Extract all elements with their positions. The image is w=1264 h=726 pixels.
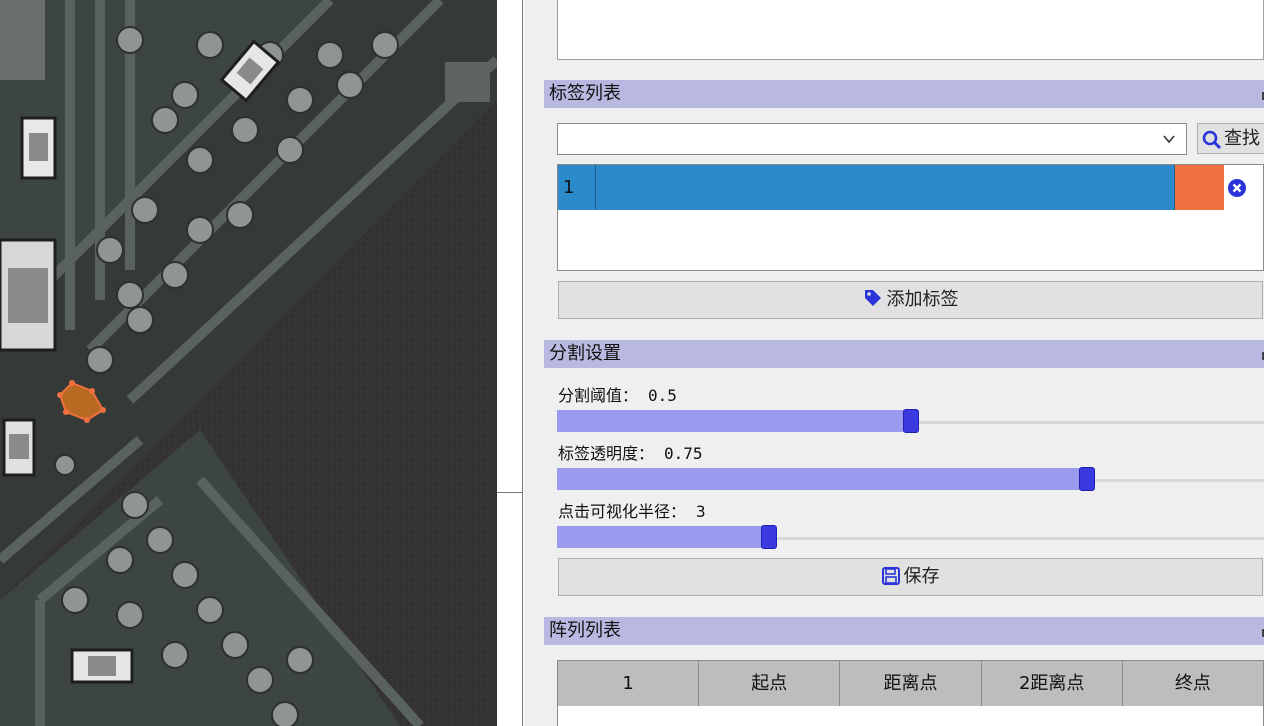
control-panel: 标签列表 查找 1 添加标签 分割设置 分割阈值： 0.5 标签透明度： 0.75 xyxy=(524,0,1264,726)
chevron-down-icon xyxy=(1163,135,1175,144)
radius-value: 3 xyxy=(696,502,706,521)
slider-handle[interactable] xyxy=(1079,467,1095,491)
delete-icon[interactable] xyxy=(1228,179,1246,197)
threshold-label-text: 分割阈值： xyxy=(558,386,639,405)
column-header[interactable]: 1 xyxy=(558,661,700,706)
tag-color-swatch[interactable] xyxy=(1175,165,1224,210)
radius-slider[interactable] xyxy=(557,525,1264,551)
find-button-label: 查找 xyxy=(1224,128,1260,149)
slider-handle[interactable] xyxy=(903,409,919,433)
tag-list-title-text: 标签列表 xyxy=(549,83,621,104)
threshold-label: 分割阈值： 0.5 xyxy=(558,382,677,406)
segmentation-title-text: 分割设置 xyxy=(549,343,621,364)
add-tag-label: 添加标签 xyxy=(886,289,959,310)
save-label: 保存 xyxy=(903,566,940,587)
threshold-value: 0.5 xyxy=(648,386,677,405)
array-list-title-text: 阵列列表 xyxy=(549,620,621,641)
segmentation-title: 分割设置 xyxy=(544,340,1264,368)
tag-search-combo[interactable] xyxy=(557,123,1187,155)
opacity-label: 标签透明度： 0.75 xyxy=(558,440,703,464)
find-button[interactable]: 查找 xyxy=(1197,123,1264,154)
opacity-label-text: 标签透明度： xyxy=(558,444,655,463)
column-header[interactable]: 距离点 xyxy=(840,661,982,706)
pcb-image xyxy=(0,0,497,726)
tag-id: 1 xyxy=(558,165,596,210)
info-textarea[interactable] xyxy=(557,0,1264,60)
save-icon xyxy=(881,567,900,585)
array-list-title: 阵列列表 xyxy=(544,617,1264,645)
search-icon xyxy=(1202,130,1222,150)
save-button[interactable]: 保存 xyxy=(558,558,1263,596)
column-header[interactable]: 2距离点 xyxy=(981,661,1123,706)
add-tag-button[interactable]: 添加标签 xyxy=(558,281,1263,319)
threshold-slider[interactable] xyxy=(557,409,1264,435)
slider-handle[interactable] xyxy=(761,525,777,549)
image-canvas[interactable] xyxy=(0,0,497,726)
splitter[interactable] xyxy=(497,0,524,726)
tag-icon xyxy=(864,290,881,306)
array-table: 1 起点 距离点 2距离点 终点 xyxy=(557,660,1264,726)
tag-list: 1 xyxy=(557,164,1264,271)
opacity-value: 0.75 xyxy=(664,444,703,463)
radius-label-text: 点击可视化半径： xyxy=(558,502,687,521)
column-header[interactable]: 终点 xyxy=(1122,661,1264,706)
array-table-header: 1 起点 距离点 2距离点 终点 xyxy=(558,661,1264,706)
tag-name-cell[interactable] xyxy=(596,165,1175,210)
opacity-slider[interactable] xyxy=(557,467,1264,493)
tag-list-title: 标签列表 xyxy=(544,80,1264,108)
column-header[interactable]: 起点 xyxy=(699,661,841,706)
tag-row[interactable]: 1 xyxy=(558,165,1263,210)
radius-label: 点击可视化半径： 3 xyxy=(558,498,706,522)
